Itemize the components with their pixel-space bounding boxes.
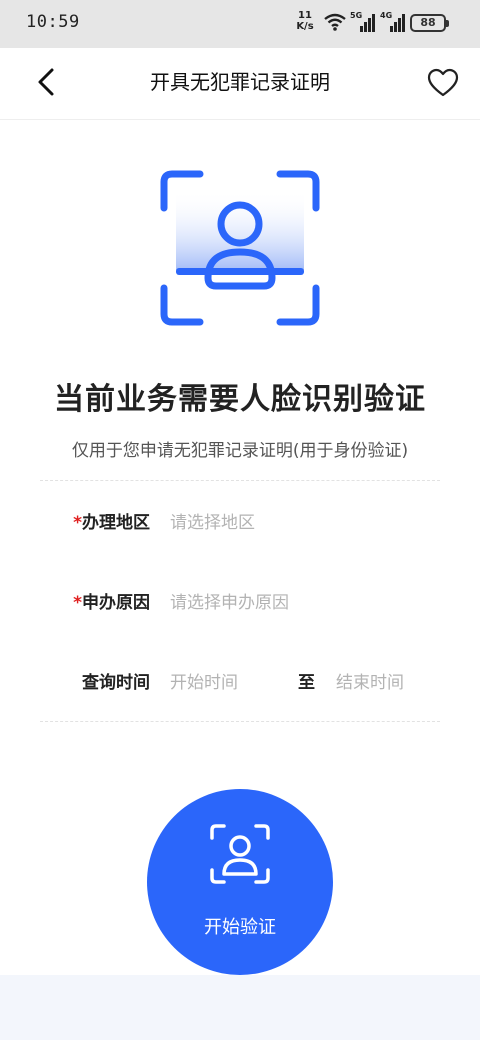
form-divider-top (40, 480, 440, 481)
wifi-icon (324, 13, 346, 31)
start-verification-label: 开始验证 (204, 917, 276, 938)
reason-select[interactable]: 请选择申办原因 (170, 588, 289, 613)
face-scan-icon (210, 824, 270, 884)
signal-5g-icon: 5G (350, 11, 376, 34)
verification-subline: 仅用于您申请无犯罪记录证明(用于身份验证) (71, 441, 409, 461)
battery-icon: 88 (410, 14, 449, 32)
battery-level: 88 (420, 16, 436, 29)
region-select[interactable]: 请选择地区 (170, 508, 255, 533)
start-time-picker[interactable]: 开始时间 (170, 668, 238, 693)
network-speed: 11 K/s (292, 10, 318, 32)
time-label: 查询时间 (82, 673, 150, 693)
time-row: 查询时间 开始时间 至 结束时间 (40, 660, 440, 700)
page: 10:59 11 K/s 5G 4G 88 开具无犯罪记录证明 当前业务需要人脸… (0, 0, 480, 1040)
network-speed-unit: K/s (296, 21, 314, 32)
favorite-heart-icon[interactable] (426, 66, 460, 100)
verification-headline: 当前业务需要人脸识别验证 (54, 382, 426, 417)
network-speed-value: 11 (298, 10, 312, 21)
nav-bar: 开具无犯罪记录证明 (0, 48, 480, 120)
start-verification-button[interactable]: 开始验证 (147, 789, 333, 975)
region-label-text: 办理地区 (82, 513, 150, 533)
region-row[interactable]: *办理地区 请选择地区 (40, 500, 440, 540)
reason-row[interactable]: *申办原因 请选择申办原因 (40, 580, 440, 620)
face-scan-hero-icon (160, 170, 320, 326)
reason-label-text: 申办原因 (82, 593, 150, 613)
status-bar: 10:59 11 K/s 5G 4G 88 (0, 0, 480, 48)
end-time-picker[interactable]: 结束时间 (336, 668, 404, 693)
form-divider-bottom (40, 721, 440, 722)
region-label: *办理地区 (40, 508, 150, 533)
time-range-separator: 至 (298, 673, 315, 693)
bottom-band (0, 975, 480, 1040)
signal-4g-icon: 4G (380, 11, 406, 34)
page-title: 开具无犯罪记录证明 (150, 70, 330, 94)
status-time: 10:59 (26, 12, 80, 32)
required-mark: * (73, 593, 82, 613)
required-mark: * (73, 513, 82, 533)
reason-label: *申办原因 (40, 588, 150, 613)
